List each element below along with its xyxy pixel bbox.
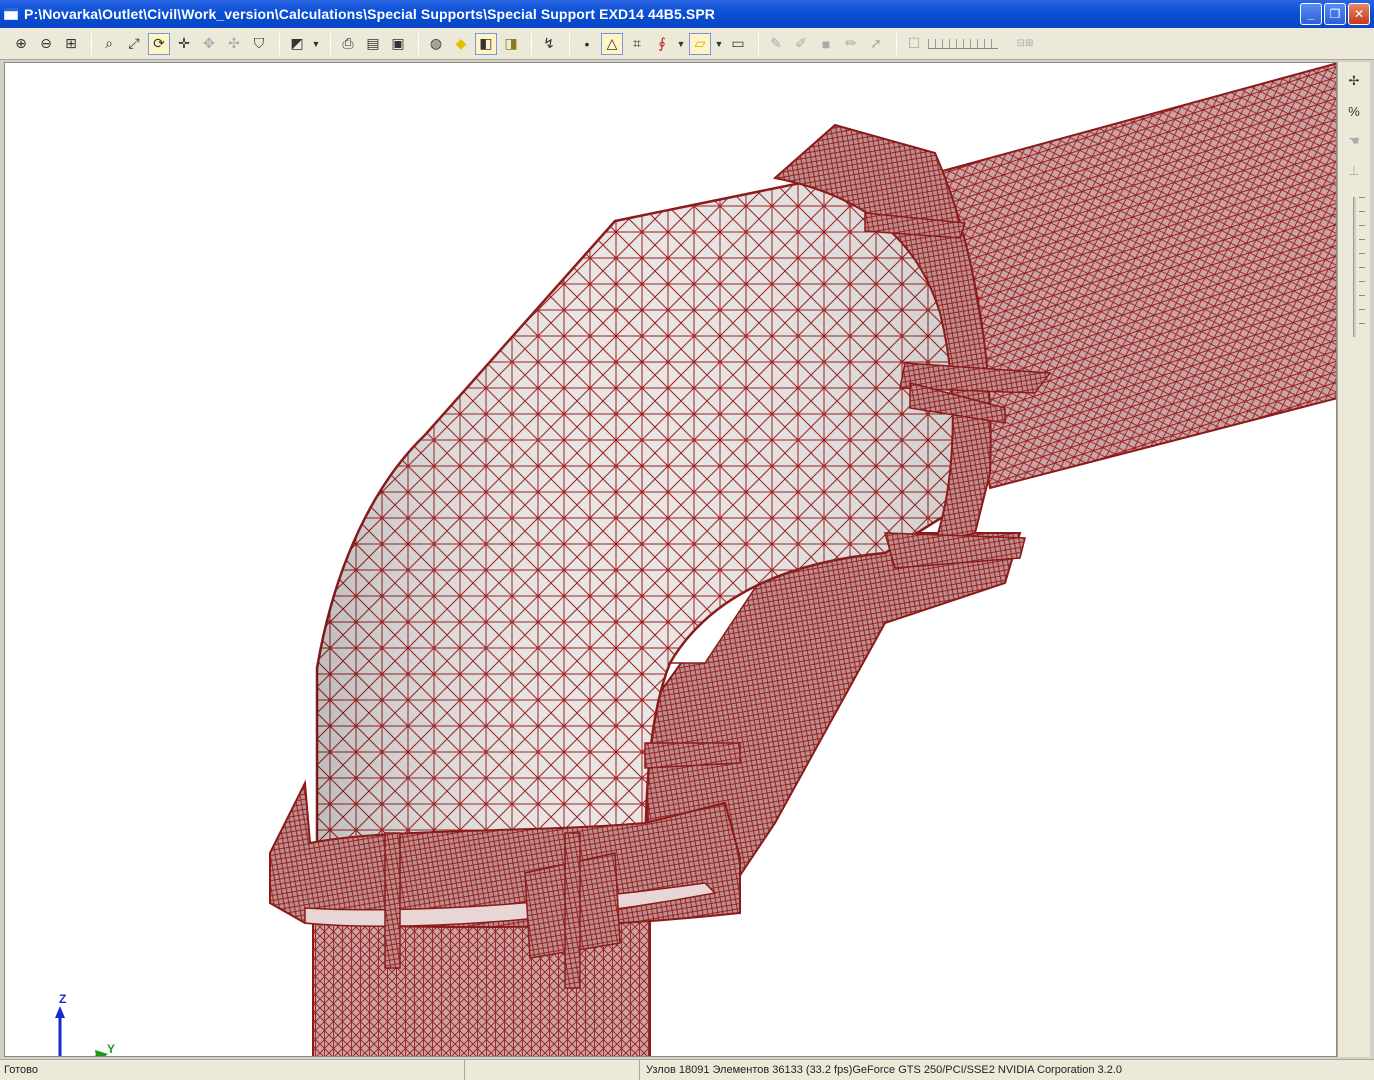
toolbar-separator (91, 32, 92, 55)
view-icon[interactable]: ⛉ (248, 33, 270, 55)
toolbar-separator (531, 32, 532, 55)
block-icon[interactable]: ■ (815, 33, 837, 55)
right-toolbar: ✢ % ☚ ⊥ (1337, 62, 1370, 1057)
toolbar-separator (418, 32, 419, 55)
sphere-icon[interactable]: ◍ (425, 33, 447, 55)
toolbar-separator (758, 32, 759, 55)
grid-icon[interactable]: ⌗ (626, 33, 648, 55)
restore-button[interactable]: ❐ (1324, 3, 1346, 25)
vertical-slider[interactable] (1353, 197, 1356, 337)
status-empty-pane (465, 1060, 640, 1080)
eraser-dropdown-icon[interactable]: ▼ (676, 33, 686, 55)
center-icon[interactable]: ✛ (173, 33, 195, 55)
preview-icon[interactable]: ▤ (362, 33, 384, 55)
zoom-window-icon[interactable]: ⊞ (60, 33, 82, 55)
toolbar-separator (330, 32, 331, 55)
move-icon[interactable]: ✥ (198, 33, 220, 55)
zoom-out-icon[interactable]: ⊖ (35, 33, 57, 55)
toolbar-separator (569, 32, 570, 55)
model-viewport[interactable]: Z Y X (4, 62, 1337, 1057)
projection-dropdown-icon[interactable]: ▼ (311, 33, 321, 55)
snap-icon[interactable]: ✣ (223, 33, 245, 55)
eraser-icon[interactable]: ∮ (651, 33, 673, 55)
zoom-in-icon[interactable]: ⊕ (10, 33, 32, 55)
axis-label-z: Z (59, 992, 67, 1006)
lower-stiffener-4 (644, 742, 741, 769)
pin-icon[interactable]: ✢ (1343, 70, 1365, 92)
toolbar-separator (896, 32, 897, 55)
window-title: P:\Novarka\Outlet\Civil\Work_version\Cal… (24, 6, 715, 22)
axis-triad: Z Y X (45, 992, 135, 1056)
hand-icon[interactable]: ☚ (1343, 130, 1365, 152)
percent-icon[interactable]: % (1343, 100, 1365, 122)
save-icon[interactable]: ▣ (387, 33, 409, 55)
lower-stiffener-1 (384, 832, 401, 969)
print-icon[interactable]: ⎙ (337, 33, 359, 55)
title-bar: P:\Novarka\Outlet\Civil\Work_version\Cal… (0, 0, 1374, 28)
fill-icon[interactable]: ▱ (689, 32, 711, 55)
point-icon[interactable]: • (576, 33, 598, 55)
pan-icon[interactable]: ⤢ (123, 33, 145, 55)
triangle-icon[interactable]: △ (601, 32, 623, 55)
lower-stiffener-3 (564, 832, 581, 989)
cube-face-icon[interactable]: ◧ (475, 32, 497, 55)
fem-mesh-model (269, 63, 1336, 1056)
minimize-button[interactable]: _ (1300, 3, 1322, 25)
toolbar-separator (279, 32, 280, 55)
projection-icon[interactable]: ◩ (286, 33, 308, 55)
fill-dropdown-icon[interactable]: ▼ (714, 33, 724, 55)
brush-icon[interactable]: ✐ (790, 33, 812, 55)
app-icon (4, 8, 18, 20)
arrow-icon[interactable]: ↯ (538, 33, 560, 55)
cube-shaded-icon[interactable]: ◨ (500, 33, 522, 55)
status-model-info: Узлов 18091 Элементов 36133 (33.2 fps)Ge… (646, 1064, 1122, 1076)
scale-slider[interactable] (928, 38, 998, 49)
zoom-all-icon[interactable]: ⌕ (98, 33, 120, 55)
main-toolbar: ⊕ ⊖ ⊞ ⌕ ⤢ ⟳ ✛ ✥ ✣ ⛉ ◩ ▼ ⎙ ▤ ▣ ◍ ◆ ◧ ◨ ↯ … (0, 28, 1374, 60)
tool-icon[interactable]: ⊥ (1343, 160, 1365, 182)
close-button[interactable]: ✕ (1348, 3, 1370, 25)
status-bar: Готово Узлов 18091 Элементов 36133 (33.2… (0, 1059, 1374, 1080)
checkbox-icon[interactable]: ☐ (903, 33, 925, 55)
window-icon[interactable]: ▭ (727, 33, 749, 55)
pencil-icon[interactable]: ✎ (765, 33, 787, 55)
cube-yellow-icon[interactable]: ◆ (450, 33, 472, 55)
pointer-icon[interactable]: ➚ (865, 33, 887, 55)
range-icon[interactable]: ⊟⊞ (1008, 33, 1042, 55)
slider-ticks (1359, 197, 1365, 337)
status-ready: Готово (0, 1060, 465, 1080)
pipe-horizontal (933, 63, 1336, 490)
brush2-icon[interactable]: ✏ (840, 33, 862, 55)
rotate-icon[interactable]: ⟳ (148, 32, 170, 55)
axis-label-y: Y (107, 1042, 116, 1056)
axis-triad-icon (55, 1006, 108, 1056)
